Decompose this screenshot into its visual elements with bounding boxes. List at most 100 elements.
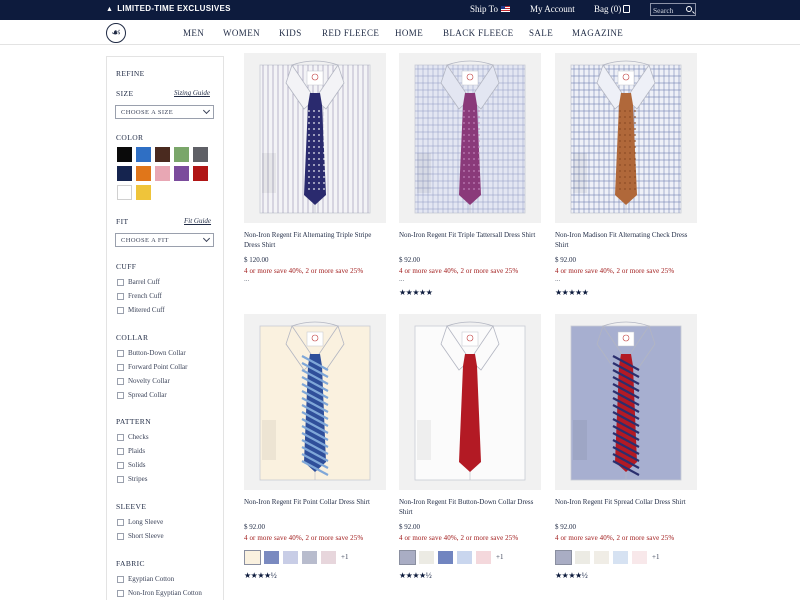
pattern-option-label[interactable]: Checks [128, 433, 149, 441]
pattern-option-label[interactable]: Stripes [128, 475, 147, 483]
sleeve-option-label[interactable]: Short Sleeve [128, 532, 164, 540]
product-image[interactable] [399, 53, 541, 223]
product-color-swatch[interactable] [438, 551, 453, 564]
product-name[interactable]: Non-Iron Regent Fit Triple Tattersall Dr… [399, 230, 544, 240]
color-swatch[interactable] [117, 166, 132, 181]
product-image[interactable] [555, 314, 697, 490]
star-rating[interactable]: ★★★★★ [555, 288, 589, 297]
nav-red-fleece[interactable]: RED FLEECE [322, 28, 379, 38]
color-swatch[interactable] [136, 185, 151, 200]
collar-checkbox[interactable] [117, 364, 124, 371]
ship-to-link[interactable]: Ship To [470, 4, 510, 14]
fabric-checkbox[interactable] [117, 590, 124, 597]
nav-magazine[interactable]: MAGAZINE [572, 28, 623, 38]
cuff-checkbox[interactable] [117, 279, 124, 286]
product-color-swatch[interactable] [632, 551, 647, 564]
star-rating[interactable]: ★★★★½ [244, 571, 277, 580]
cuff-option-label[interactable]: Mitered Cuff [128, 306, 165, 314]
nav-men[interactable]: MEN [183, 28, 204, 38]
collar-checkbox[interactable] [117, 392, 124, 399]
pattern-checkbox[interactable] [117, 434, 124, 441]
collar-option-label[interactable]: Novelty Collar [128, 377, 170, 385]
pattern-option-label[interactable]: Plaids [128, 447, 145, 455]
collar-option-label[interactable]: Forward Point Collar [128, 363, 188, 371]
color-swatch[interactable] [155, 166, 170, 181]
star-rating[interactable]: ★★★★½ [399, 571, 432, 580]
nav-home[interactable]: HOME [395, 28, 423, 38]
limited-exclusives-link[interactable]: ▲ LIMITED-TIME EXCLUSIVES [106, 4, 231, 13]
golden-fleece-logo[interactable]: ☙ [106, 23, 126, 43]
product-color-swatch[interactable] [555, 550, 572, 565]
pattern-checkbox[interactable] [117, 462, 124, 469]
product-color-swatch[interactable] [244, 550, 261, 565]
product-name[interactable]: Non-Iron Regent Fit Alternating Triple S… [244, 230, 389, 250]
product-name[interactable]: Non-Iron Regent Fit Spread Collar Dress … [555, 497, 700, 507]
product-price: $ 92.00 [555, 256, 576, 264]
cuff-checkbox[interactable] [117, 307, 124, 314]
collar-option-label[interactable]: Spread Collar [128, 391, 167, 399]
nav-kids[interactable]: KIDS [279, 28, 302, 38]
sleeve-option-label[interactable]: Long Sleeve [128, 518, 163, 526]
product-color-swatch[interactable] [283, 551, 298, 564]
sleeve-checkbox[interactable] [117, 519, 124, 526]
more-colors-link[interactable]: +1 [496, 553, 503, 561]
sleeve-checkbox[interactable] [117, 533, 124, 540]
color-swatch[interactable] [174, 166, 189, 181]
fit-select[interactable]: CHOOSE A FIT [115, 233, 214, 247]
product-image[interactable] [399, 314, 541, 490]
fit-guide-link[interactable]: Fit Guide [184, 217, 211, 225]
collar-option-label[interactable]: Button-Down Collar [128, 349, 186, 357]
product-color-swatch[interactable] [575, 551, 590, 564]
color-swatch[interactable] [117, 147, 132, 162]
product-color-swatch[interactable] [321, 551, 336, 564]
star-rating[interactable]: ★★★★★ [399, 288, 433, 297]
cuff-option-label[interactable]: Barrel Cuff [128, 278, 160, 286]
search-box[interactable] [650, 3, 696, 16]
fabric-option-label[interactable]: Egyptian Cotton [128, 575, 174, 583]
product-color-swatch[interactable] [302, 551, 317, 564]
sizing-guide-link[interactable]: Sizing Guide [174, 89, 210, 97]
bag-link[interactable]: Bag (0) [594, 4, 631, 14]
color-swatch[interactable] [136, 166, 151, 181]
nav-women[interactable]: WOMEN [223, 28, 260, 38]
my-account-link[interactable]: My Account [530, 4, 575, 14]
cuff-option-label[interactable]: French Cuff [128, 292, 162, 300]
product-image[interactable] [244, 53, 386, 223]
cuff-checkbox[interactable] [117, 293, 124, 300]
product-color-swatch[interactable] [419, 551, 434, 564]
product-color-swatch[interactable] [613, 551, 628, 564]
star-rating[interactable]: ★★★★½ [555, 571, 588, 580]
product-color-swatch[interactable] [264, 551, 279, 564]
color-swatch[interactable] [193, 166, 208, 181]
nav-black-fleece[interactable]: BLACK FLEECE [443, 28, 514, 38]
color-swatch[interactable] [193, 147, 208, 162]
product-name[interactable]: Non-Iron Madison Fit Alternating Check D… [555, 230, 700, 250]
pattern-option-label[interactable]: Solids [128, 461, 146, 469]
size-select[interactable]: CHOOSE A SIZE [115, 105, 214, 119]
product-color-swatch[interactable] [476, 551, 491, 564]
color-swatch[interactable] [136, 147, 151, 162]
product-name[interactable]: Non-Iron Regent Fit Point Collar Dress S… [244, 497, 389, 507]
color-swatch[interactable] [155, 147, 170, 162]
collar-checkbox[interactable] [117, 378, 124, 385]
color-swatch[interactable] [117, 185, 132, 200]
product-name[interactable]: Non-Iron Regent Fit Button-Down Collar D… [399, 497, 544, 517]
search-icon[interactable] [686, 6, 692, 12]
color-swatch[interactable] [174, 147, 189, 162]
search-input[interactable] [653, 5, 685, 15]
product-price: $ 92.00 [399, 256, 420, 264]
product-image[interactable] [555, 53, 697, 223]
product-color-swatch[interactable] [594, 551, 609, 564]
pattern-checkbox[interactable] [117, 476, 124, 483]
product-color-swatch[interactable] [457, 551, 472, 564]
pattern-checkbox[interactable] [117, 448, 124, 455]
collar-checkbox[interactable] [117, 350, 124, 357]
product-image[interactable] [244, 314, 386, 490]
fabric-checkbox[interactable] [117, 576, 124, 583]
chevron-down-icon [202, 106, 211, 115]
more-colors-link[interactable]: +1 [652, 553, 659, 561]
more-colors-link[interactable]: +1 [341, 553, 348, 561]
fabric-option-label[interactable]: Non-Iron Egyptian Cotton [128, 589, 202, 597]
nav-sale[interactable]: SALE [529, 28, 553, 38]
product-color-swatch[interactable] [399, 550, 416, 565]
